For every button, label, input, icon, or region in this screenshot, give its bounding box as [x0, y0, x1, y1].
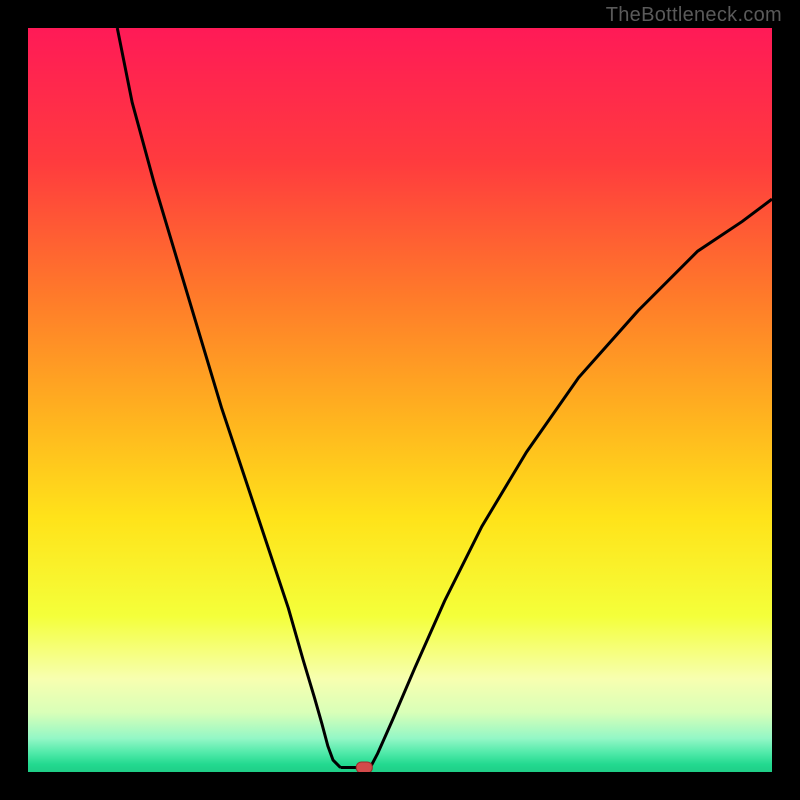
watermark-text: TheBottleneck.com: [606, 4, 782, 27]
chart-frame: TheBottleneck.com: [0, 0, 800, 800]
gradient-background: [28, 28, 772, 772]
plot-area: [28, 28, 772, 772]
chart-svg: [28, 28, 772, 772]
minimum-dot: [356, 762, 372, 772]
